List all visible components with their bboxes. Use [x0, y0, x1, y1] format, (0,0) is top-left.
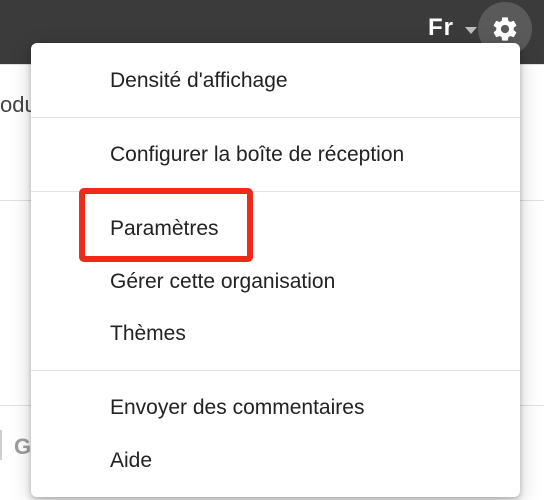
menu-item-settings[interactable]: Paramètres [110, 216, 219, 242]
menu-item-help[interactable]: Aide [110, 448, 152, 474]
background-partial-text: G [14, 434, 32, 459]
menu-item-send-feedback[interactable]: Envoyer des commentaires [110, 395, 364, 421]
background-separator [0, 430, 2, 460]
menu-divider [31, 117, 520, 118]
gear-icon [493, 17, 517, 41]
menu-item-themes[interactable]: Thèmes [110, 321, 186, 347]
menu-divider [31, 191, 520, 192]
caret-down-icon[interactable] [465, 27, 477, 34]
settings-dropdown-menu: Densité d'affichage Configurer la boîte … [31, 43, 520, 497]
menu-divider [31, 370, 520, 371]
menu-item-configure-inbox[interactable]: Configurer la boîte de réception [110, 142, 404, 168]
language-label[interactable]: Fr [428, 14, 454, 42]
menu-item-display-density[interactable]: Densité d'affichage [110, 68, 288, 94]
menu-item-manage-organization[interactable]: Gérer cette organisation [110, 269, 335, 295]
